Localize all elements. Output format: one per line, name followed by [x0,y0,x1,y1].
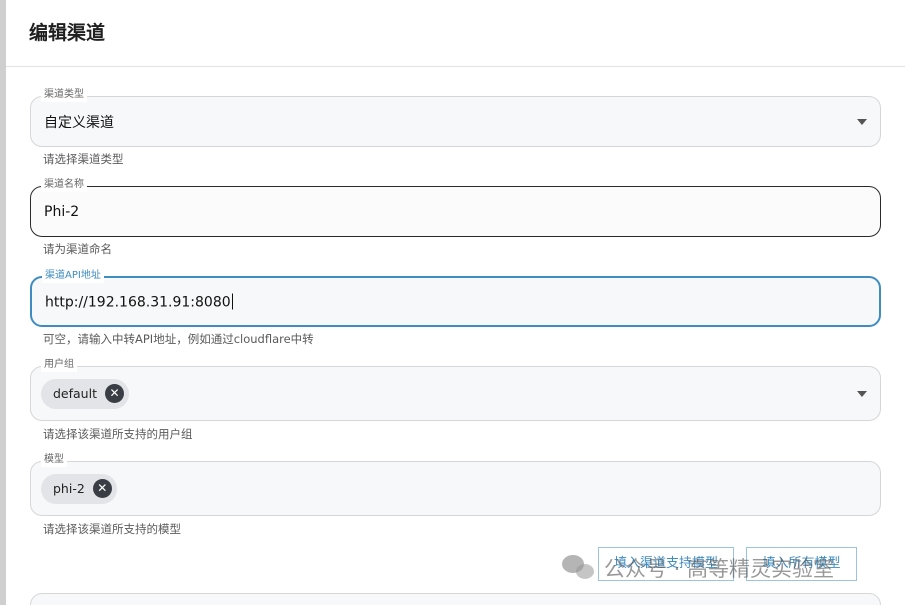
wechat-icon [562,555,596,581]
dialog-header: 编辑渠道 [6,0,905,67]
user-group-chip: default ✕ [41,378,129,409]
channel-api-url-label: 渠道API地址 [42,269,104,283]
next-field[interactable] [30,593,881,605]
channel-name-input[interactable]: 渠道名称 Phi-2 [30,178,881,237]
edit-channel-dialog: 编辑渠道 渠道类型 自定义渠道 请选择渠道类型 渠道名称 Phi-2 请为渠道命… [6,0,905,605]
caret-down-icon[interactable] [857,118,867,125]
close-circle-icon[interactable]: ✕ [104,384,124,403]
text-cursor [231,293,233,309]
watermark: 公众号 · 高等精灵实验室 [562,553,834,583]
channel-api-url-text: http://192.168.31.91:8080 [45,294,231,310]
channel-api-url-helper: 可空，请输入中转API地址，例如通过cloudflare中转 [43,332,314,346]
model-chip: phi-2 ✕ [41,473,117,504]
channel-type-label: 渠道类型 [41,88,87,102]
channel-api-url-input[interactable]: 渠道API地址 http://192.168.31.91:8080 [30,269,881,327]
channel-name-label: 渠道名称 [41,178,87,192]
models-helper: 请选择该渠道所支持的模型 [43,522,181,536]
user-group-label: 用户组 [41,358,77,372]
channel-type-helper: 请选择渠道类型 [43,152,124,166]
chip-label: default [53,386,97,401]
chip-label: phi-2 [53,481,85,496]
channel-name-helper: 请为渠道命名 [43,242,112,256]
user-group-select[interactable]: 用户组 default ✕ [30,358,881,421]
channel-type-select[interactable]: 渠道类型 自定义渠道 [30,88,881,147]
caret-down-icon[interactable] [857,390,867,397]
dialog-title: 编辑渠道 [29,22,106,44]
channel-name-value: Phi-2 [44,203,80,220]
close-circle-icon[interactable]: ✕ [92,479,112,498]
models-label: 模型 [41,453,67,467]
user-group-helper: 请选择该渠道所支持的用户组 [43,427,193,441]
channel-api-url-value: http://192.168.31.91:8080 [45,293,233,310]
channel-type-value: 自定义渠道 [44,114,114,131]
watermark-text: 公众号 · 高等精灵实验室 [604,557,835,581]
models-select[interactable]: 模型 phi-2 ✕ [30,453,881,516]
